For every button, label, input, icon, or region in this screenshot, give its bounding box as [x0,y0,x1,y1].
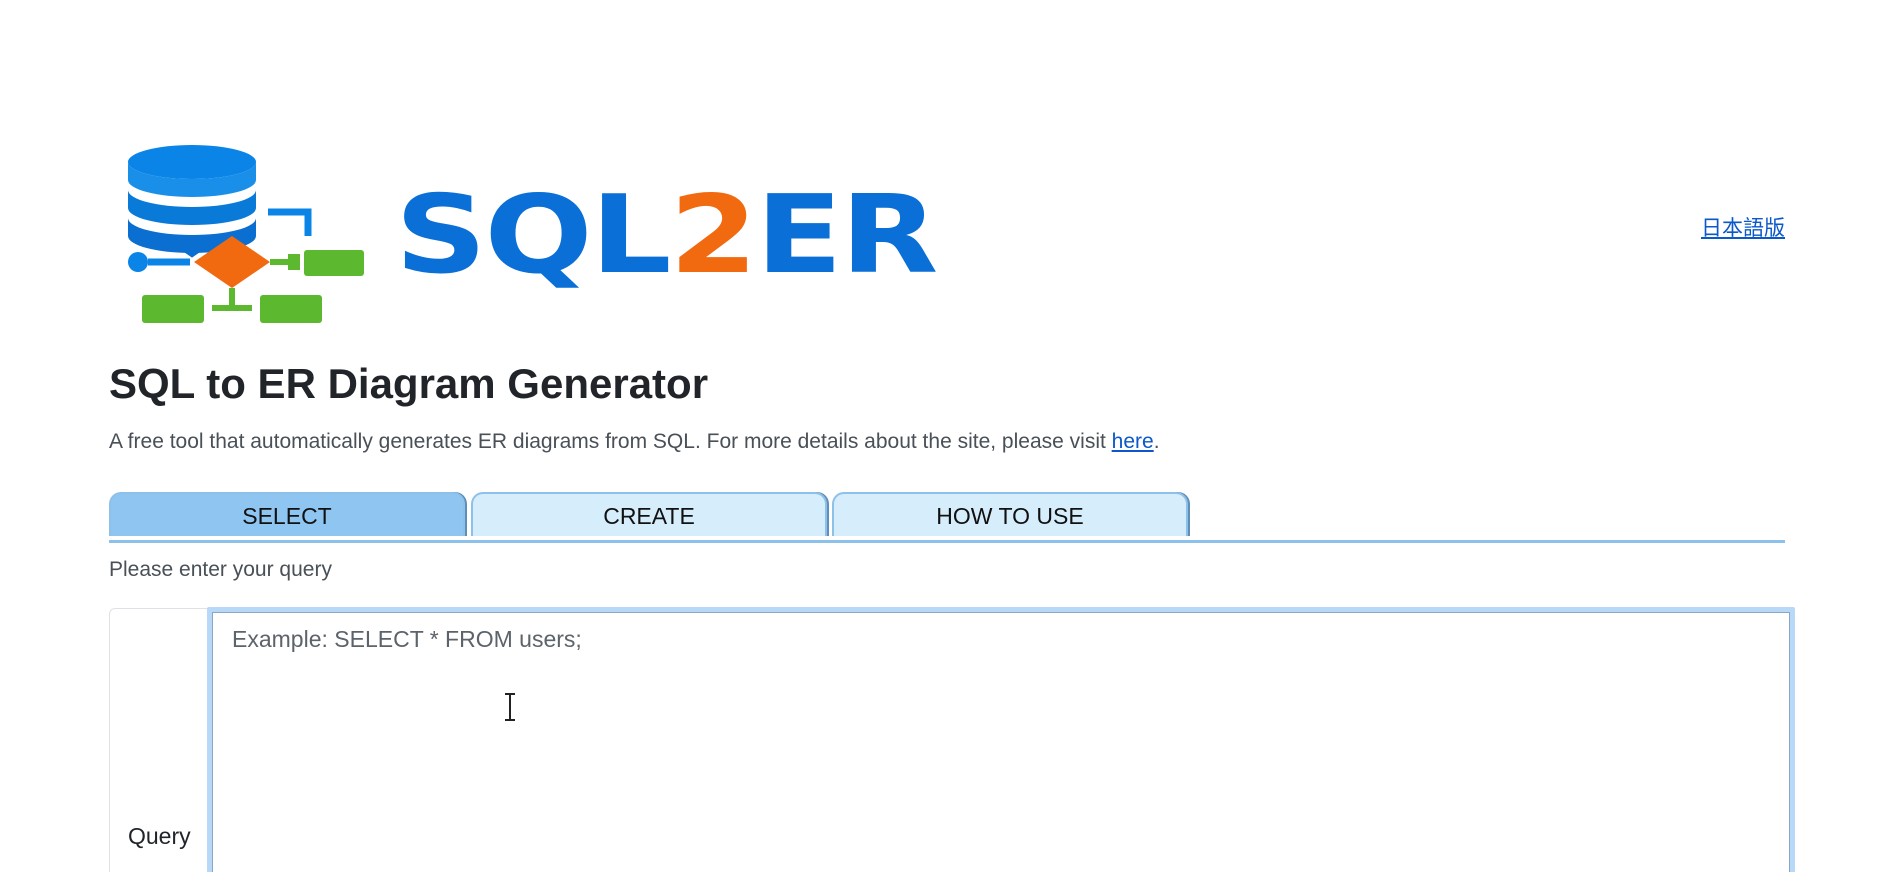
tab-how-to-use[interactable]: HOW TO USE [832,492,1188,536]
query-prompt: Please enter your query [109,558,332,581]
here-link[interactable]: here [1112,430,1154,453]
description-text: A free tool that automatically generates… [109,430,1112,453]
query-form: Query [109,607,1795,872]
database-diagram-logo-icon [128,145,364,323]
site-header: SQL2ER 日本語版 [120,140,1785,330]
description: A free tool that automatically generates… [109,430,1160,454]
wordmark-sql: SQL [395,173,672,298]
tab-select[interactable]: SELECT [109,492,465,536]
query-input[interactable] [207,607,1795,872]
page-title: SQL to ER Diagram Generator [109,360,709,407]
sql2er-wordmark: SQL2ER [395,182,938,290]
page: SQL2ER 日本語版 SQL to ER Diagram Generator … [0,0,1892,872]
japanese-version-link[interactable]: 日本語版 [1701,212,1785,242]
tab-create[interactable]: CREATE [471,492,827,536]
wordmark-er: ER [755,173,939,298]
tab-bar: SELECT CREATE HOW TO USE [109,492,1785,543]
description-suffix: . [1153,430,1160,453]
query-label: Query [128,823,191,849]
wordmark-2: 2 [669,173,758,298]
